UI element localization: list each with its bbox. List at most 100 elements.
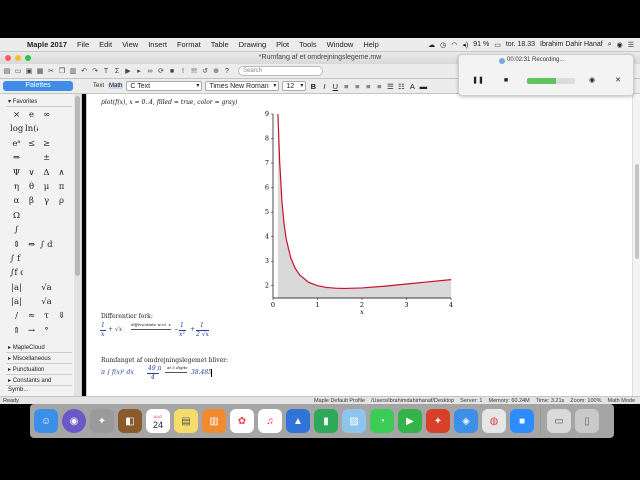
volume-icon[interactable]: ◂) <box>462 41 468 49</box>
plot-command[interactable]: plot(f(x), x = 0..4, filled = true, colo… <box>101 99 238 106</box>
preview-icon[interactable]: ▨ <box>342 409 366 433</box>
palette-symbol[interactable] <box>55 151 68 165</box>
palette-symbol[interactable] <box>40 252 53 266</box>
palette-symbol[interactable] <box>55 137 68 151</box>
calendar-icon[interactable]: AUG 24 <box>146 409 170 433</box>
document-scrollbar[interactable] <box>632 94 640 396</box>
search-field[interactable]: Search <box>238 66 323 76</box>
highlight-color-icon[interactable]: ▬ <box>419 82 428 91</box>
contacts-icon[interactable]: ◧ <box>118 409 142 433</box>
save-icon[interactable]: ▣ <box>25 67 33 76</box>
palette-symbol[interactable] <box>25 151 38 165</box>
palette-symbol[interactable]: ∞ <box>40 108 53 122</box>
palette-symbol[interactable] <box>40 209 53 223</box>
palette-symbol[interactable]: ≈ <box>25 309 38 323</box>
menu-window[interactable]: Window <box>322 40 359 49</box>
zoom-icon[interactable]: ⊕ <box>212 67 220 76</box>
palette-symbol[interactable]: η <box>10 180 23 194</box>
menu-edit[interactable]: Edit <box>94 40 117 49</box>
palette-symbol[interactable] <box>55 122 68 136</box>
execute-icon[interactable]: ▶ <box>124 67 132 76</box>
cloud-icon[interactable]: ☁ <box>428 41 435 49</box>
palette-symbol[interactable]: ≥ <box>40 137 53 151</box>
battery-icon[interactable]: ▭ <box>494 41 501 49</box>
palette-symbol[interactable] <box>25 295 38 309</box>
palette-symbol[interactable]: ρ <box>55 194 68 208</box>
palette-symbol[interactable]: log₁₀(a) <box>10 122 23 136</box>
siri-icon-dock[interactable]: ◉ <box>62 409 86 433</box>
stop-icon[interactable]: ■ <box>168 67 176 76</box>
section-icon[interactable]: ▸ <box>135 67 143 76</box>
maple-icon[interactable]: ✦ <box>426 409 450 433</box>
palette-symbol[interactable]: Ω <box>10 209 23 223</box>
palette-symbol[interactable] <box>40 122 53 136</box>
palette-symbol[interactable]: α <box>10 194 23 208</box>
palette-symbol[interactable] <box>55 108 68 122</box>
new-document-icon[interactable]: ▤ <box>3 67 11 76</box>
style-select[interactable]: C Text <box>126 81 203 91</box>
palette-symbol[interactable] <box>55 252 68 266</box>
palette-symbol[interactable] <box>55 324 68 338</box>
chrome-icon[interactable]: ◍ <box>482 409 506 433</box>
numbers-icon[interactable]: ▮ <box>314 409 338 433</box>
print-icon[interactable]: ▦ <box>36 67 44 76</box>
text-color-icon[interactable]: A <box>408 82 416 91</box>
numbered-list-icon[interactable]: ☷ <box>397 82 405 91</box>
palette-section-punctuation[interactable]: ▸ Punctuation <box>6 366 72 375</box>
palette-symbol[interactable]: ≤ <box>25 137 38 151</box>
palette-symbol[interactable]: × <box>10 108 23 122</box>
palette-symbol[interactable]: ln(a) <box>25 122 38 136</box>
palette-section-miscellaneous[interactable]: ▸ Miscellaneous <box>6 355 72 364</box>
palette-symbol[interactable]: |a| <box>10 295 23 309</box>
palette-symbol[interactable]: |a| <box>10 281 23 295</box>
palette-symbol[interactable]: ⇔ <box>25 238 38 252</box>
finder-icon[interactable]: ☺ <box>34 409 58 433</box>
palette-symbol[interactable]: ∨ <box>25 166 38 180</box>
safari-icon[interactable]: ◈ <box>454 409 478 433</box>
zoom-app-icon[interactable]: ■ <box>510 409 534 433</box>
help-icon[interactable]: ? <box>223 67 231 76</box>
copy-icon[interactable]: ❐ <box>58 67 66 76</box>
palette-symbol[interactable] <box>55 295 68 309</box>
bullet-list-icon[interactable]: ☰ <box>386 82 394 91</box>
palette-symbol[interactable]: ⇓ <box>55 309 68 323</box>
keynote-icon[interactable]: ▲ <box>286 409 310 433</box>
close-window-button[interactable] <box>5 55 11 61</box>
trash-icon[interactable]: ▯ <box>575 409 599 433</box>
photos-icon[interactable]: ✿ <box>230 409 254 433</box>
palette-symbol[interactable] <box>40 266 53 280</box>
cut-icon[interactable]: ✂ <box>47 67 55 76</box>
worksheet[interactable]: plot(f(x), x = 0..4, filled = true, colo… <box>86 94 632 396</box>
screenshot-icon[interactable]: ▭ <box>547 409 571 433</box>
clock-icon[interactable]: ◷ <box>440 41 446 49</box>
palette-symbol[interactable]: μ <box>40 180 53 194</box>
diff-expression[interactable]: 1 x + √x differentiate w.r.t. x − 1 x² +… <box>100 322 241 340</box>
palette-symbol[interactable]: ⇕ <box>10 238 23 252</box>
palette-symbol[interactable]: ∫ dx <box>40 238 53 252</box>
palette-symbol[interactable]: ∫f dx <box>10 266 23 280</box>
menu-plot[interactable]: Plot <box>271 40 294 49</box>
notes-icon[interactable]: ▤ <box>174 409 198 433</box>
palette-symbol[interactable]: ∫ <box>10 223 23 237</box>
palette-symbol[interactable]: ° <box>40 324 53 338</box>
palette-symbol[interactable]: θ <box>25 180 38 194</box>
pause-button[interactable]: ❚❚ <box>471 75 485 87</box>
redo-icon[interactable]: ↷ <box>91 67 99 76</box>
menu-format[interactable]: Format <box>172 40 206 49</box>
palette-symbol[interactable]: ∧ <box>55 166 68 180</box>
palette-symbol[interactable]: e <box>25 108 38 122</box>
palette-symbol[interactable]: → <box>25 324 38 338</box>
palette-symbol[interactable]: ∫ f dx <box>10 252 23 266</box>
palette-symbol[interactable] <box>25 281 38 295</box>
palette-symbol[interactable]: Ψ <box>10 166 23 180</box>
palette-symbol[interactable]: √a <box>40 281 53 295</box>
math-mode-icon[interactable]: Σ <box>113 67 121 76</box>
link-icon[interactable]: ∞ <box>146 67 154 76</box>
paste-icon[interactable]: ▥ <box>69 67 77 76</box>
clock-text[interactable]: tor. 18.33 <box>506 41 535 48</box>
palette-symbol[interactable] <box>55 238 68 252</box>
menu-file[interactable]: File <box>72 40 94 49</box>
siri-icon[interactable]: ◉ <box>617 41 623 49</box>
justify-icon[interactable]: ≡ <box>375 82 383 91</box>
font-select[interactable]: Times New Roman <box>205 81 280 91</box>
